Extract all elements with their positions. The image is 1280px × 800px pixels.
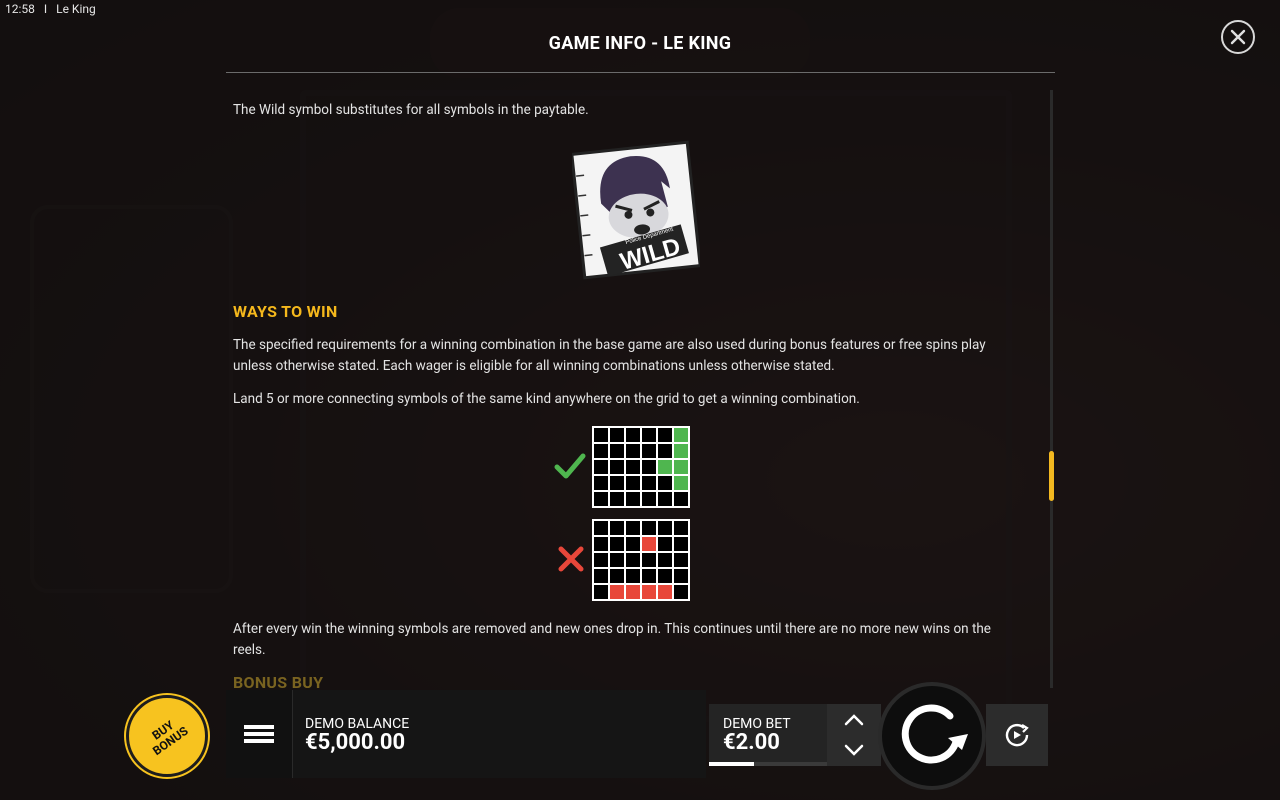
bonus-buy-heading: BONUS BUY: [233, 673, 324, 688]
bet-increase-button[interactable]: [842, 710, 866, 730]
status-time: 12:58: [5, 2, 35, 16]
cross-icon: [558, 546, 584, 572]
bet-level-bar: [709, 762, 827, 766]
bet-decrease-button[interactable]: [842, 740, 866, 760]
bottom-panel: [226, 690, 706, 778]
scrollbar-thumb[interactable]: [1049, 451, 1054, 501]
scrollbar-track[interactable]: [1050, 90, 1053, 688]
title-divider: [226, 72, 1055, 73]
valid-example-grid: [592, 426, 690, 508]
invalid-example-grid: [592, 519, 690, 601]
close-button[interactable]: [1221, 20, 1255, 54]
buy-bonus-button[interactable]: BUY BONUS: [126, 695, 208, 777]
ways-to-win-heading: WAYS TO WIN: [233, 302, 338, 321]
cascade-paragraph: After every win the winning symbols are …: [233, 621, 991, 658]
autoplay-button[interactable]: [986, 704, 1048, 766]
spin-button[interactable]: [878, 682, 986, 790]
wild-symbol-image: Police Department WILD: [572, 140, 700, 280]
info-content[interactable]: The Wild symbol substitutes for all symb…: [233, 90, 1033, 688]
status-bar: 12:58 I Le King: [5, 2, 102, 16]
spin-icon: [901, 704, 968, 764]
wild-description: The Wild symbol substitutes for all symb…: [233, 102, 589, 118]
bet-value: €2.00: [723, 730, 780, 755]
dialog-title: GAME INFO - LE KING: [548, 33, 732, 54]
bet-stepper: [827, 704, 881, 766]
ways-paragraph-1: The specified requirements for a winning…: [233, 337, 986, 374]
menu-button[interactable]: [226, 690, 293, 778]
autoplay-icon: [1005, 723, 1029, 747]
buy-bonus-label: BUY BONUS: [149, 717, 191, 759]
ways-paragraph-2: Land 5 or more connecting symbols of the…: [233, 391, 860, 407]
check-icon: [554, 453, 586, 479]
balance-value: €5,000.00: [305, 730, 406, 755]
hamburger-icon: [244, 722, 274, 746]
status-app-name: Le King: [56, 2, 96, 16]
close-icon: [1230, 29, 1246, 45]
status-separator: I: [43, 2, 48, 16]
